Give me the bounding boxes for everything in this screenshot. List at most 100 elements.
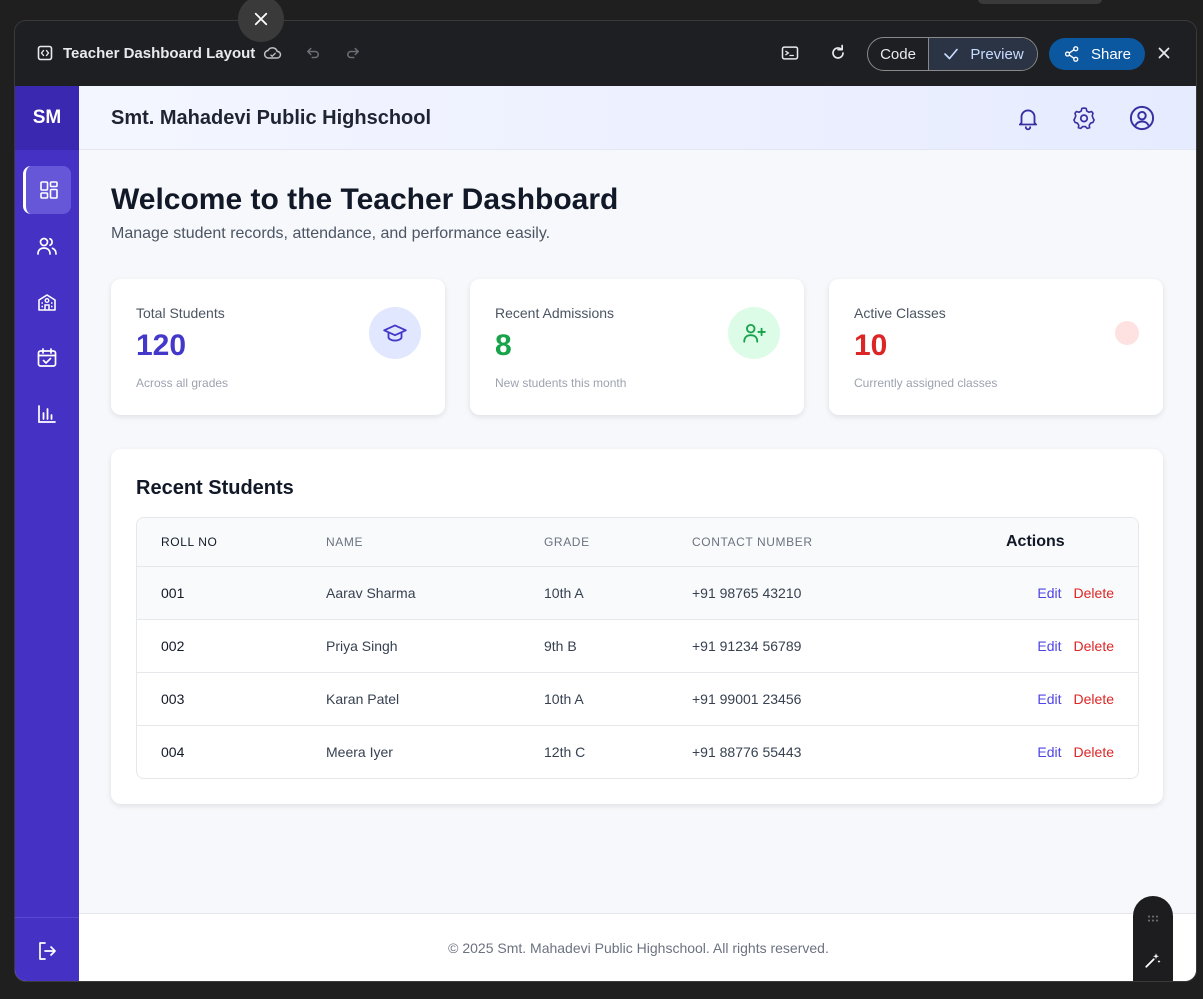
sidebar-item-dashboard[interactable] (23, 166, 71, 214)
stat-note: New students this month (495, 376, 627, 390)
column-header: ROLL NO (137, 518, 326, 567)
roll-cell: 002 (137, 619, 326, 673)
section-title: Recent Students (136, 477, 294, 499)
actions-cell: Edit Delete (982, 619, 1138, 673)
undo-icon[interactable] (303, 43, 323, 63)
stat-label: Total Students (136, 305, 225, 321)
table-row: 004 Meera Iyer 12th C +91 88776 55443 Ed… (137, 725, 1138, 778)
top-header: Smt. Mahadevi Public Highschool (79, 86, 1196, 150)
copyright-text: © 2025 Smt. Mahadevi Public Highschool. … (448, 940, 829, 956)
grade-cell: 10th A (544, 672, 692, 726)
recent-students-card: Recent Students ROLL NO NAME GRADE CONTA… (111, 449, 1163, 804)
logout-button[interactable] (23, 927, 71, 975)
grade-cell: 12th C (544, 743, 586, 760)
preview-label: Preview (970, 45, 1024, 63)
stat-value: 120 (136, 329, 187, 362)
magic-edit-icon[interactable] (1143, 950, 1163, 970)
bar-chart-icon (38, 405, 56, 423)
users-icon (37, 237, 57, 255)
table-row: 001 Aarav Sharma 10th A +91 98765 43210 … (137, 566, 1138, 620)
code-tab[interactable]: Code (868, 38, 929, 70)
stat-value: 10 (854, 329, 888, 362)
column-header: NAME (326, 518, 544, 567)
stat-card-recent-admissions: Recent Admissions 8 New students this mo… (470, 279, 804, 415)
calendar-check-icon (37, 348, 57, 367)
logout-icon (39, 942, 56, 960)
actions-cell: Edit Delete (982, 672, 1138, 726)
name-cell: Priya Singh (326, 619, 544, 673)
table-row: 003 Karan Patel 10th A +91 99001 23456 E… (137, 672, 1138, 726)
edit-link[interactable]: Edit (1037, 585, 1061, 601)
contact-cell: +91 99001 23456 (692, 672, 982, 726)
dashboard-icon (39, 181, 58, 199)
column-header: Actions (982, 518, 1138, 567)
sidebar-item-reports[interactable] (23, 390, 71, 438)
table-header-row: ROLL NO NAME GRADE CONTACT NUMBER Action… (137, 518, 1138, 567)
students-table: ROLL NO NAME GRADE CONTACT NUMBER Action… (136, 517, 1139, 779)
actions-cell: Edit Delete (982, 725, 1138, 778)
cloud-save-icon[interactable] (263, 43, 283, 63)
footer: © 2025 Smt. Mahadevi Public Highschool. … (79, 913, 1196, 981)
delete-link[interactable]: Delete (1074, 691, 1114, 707)
name-cell: Meera Iyer (326, 743, 393, 760)
delete-link[interactable]: Delete (1074, 585, 1114, 601)
table-row: 002 Priya Singh 9th B +91 91234 56789 Ed… (137, 619, 1138, 673)
main-content: Welcome to the Teacher Dashboard Manage … (79, 150, 1196, 913)
sidebar: SM (15, 86, 79, 981)
contact-cell: +91 98765 43210 (692, 566, 982, 620)
floating-toolbar (1133, 896, 1173, 981)
sidebar-item-attendance[interactable] (23, 334, 71, 382)
roll-cell: 001 (137, 566, 326, 620)
share-button[interactable]: Share (1049, 38, 1145, 70)
preview-window: Teacher Dashboard Layout Code Preview Sh… (14, 20, 1197, 982)
share-label: Share (1090, 45, 1132, 63)
contact-cell: +91 88776 55443 (692, 743, 802, 760)
edit-link[interactable]: Edit (1037, 744, 1061, 760)
terminal-icon[interactable] (780, 43, 800, 63)
bell-icon (1018, 109, 1038, 131)
grade-cell: 9th B (544, 619, 692, 673)
roll-cell: 003 (137, 672, 326, 726)
settings-button[interactable] (1070, 104, 1098, 132)
check-icon (944, 48, 959, 60)
stat-note: Currently assigned classes (854, 376, 998, 390)
drag-handle-icon[interactable] (1143, 909, 1163, 929)
actions-cell: Edit Delete (982, 566, 1138, 620)
share-icon (1064, 46, 1079, 62)
stat-card-total-students: Total Students 120 Across all grades (111, 279, 445, 415)
stat-label: Recent Admissions (495, 305, 615, 321)
profile-button[interactable] (1128, 104, 1156, 132)
code-file-icon (37, 45, 53, 61)
document-title: Teacher Dashboard Layout (63, 45, 256, 62)
stat-card-active-classes: Active Classes 10 Currently assigned cla… (829, 279, 1163, 415)
toolbar: Teacher Dashboard Layout Code Preview Sh… (15, 21, 1196, 86)
sidebar-item-students[interactable] (23, 222, 71, 270)
user-plus-icon (728, 307, 780, 359)
page-title: Welcome to the Teacher Dashboard (111, 183, 619, 216)
delete-link[interactable]: Delete (1074, 638, 1114, 654)
column-header: GRADE (544, 518, 692, 567)
view-toggle: Code Preview (867, 37, 1038, 71)
sidebar-divider (15, 917, 79, 918)
redo-icon[interactable] (343, 43, 363, 63)
roll-cell: 004 (161, 743, 185, 760)
delete-link[interactable]: Delete (1074, 744, 1114, 760)
sidebar-logo: SM (15, 86, 79, 150)
close-icon[interactable] (1155, 44, 1173, 62)
name-cell: Karan Patel (326, 672, 544, 726)
refresh-icon[interactable] (828, 43, 848, 63)
contact-cell: +91 91234 56789 (692, 619, 982, 673)
notifications-button[interactable] (1014, 104, 1042, 132)
edit-link[interactable]: Edit (1037, 638, 1061, 654)
stat-note: Across all grades (136, 376, 229, 390)
grade-cell: 10th A (544, 566, 692, 620)
name-cell: Aarav Sharma (326, 566, 544, 620)
graduation-cap-icon (369, 307, 421, 359)
column-header: CONTACT NUMBER (692, 518, 982, 567)
edit-link[interactable]: Edit (1037, 691, 1061, 707)
gear-icon (1073, 107, 1095, 130)
preview-tab[interactable]: Preview (929, 38, 1037, 70)
sidebar-item-classes[interactable] (23, 278, 71, 326)
stat-label: Active Classes (854, 305, 946, 321)
page-subtitle: Manage student records, attendance, and … (111, 225, 551, 242)
